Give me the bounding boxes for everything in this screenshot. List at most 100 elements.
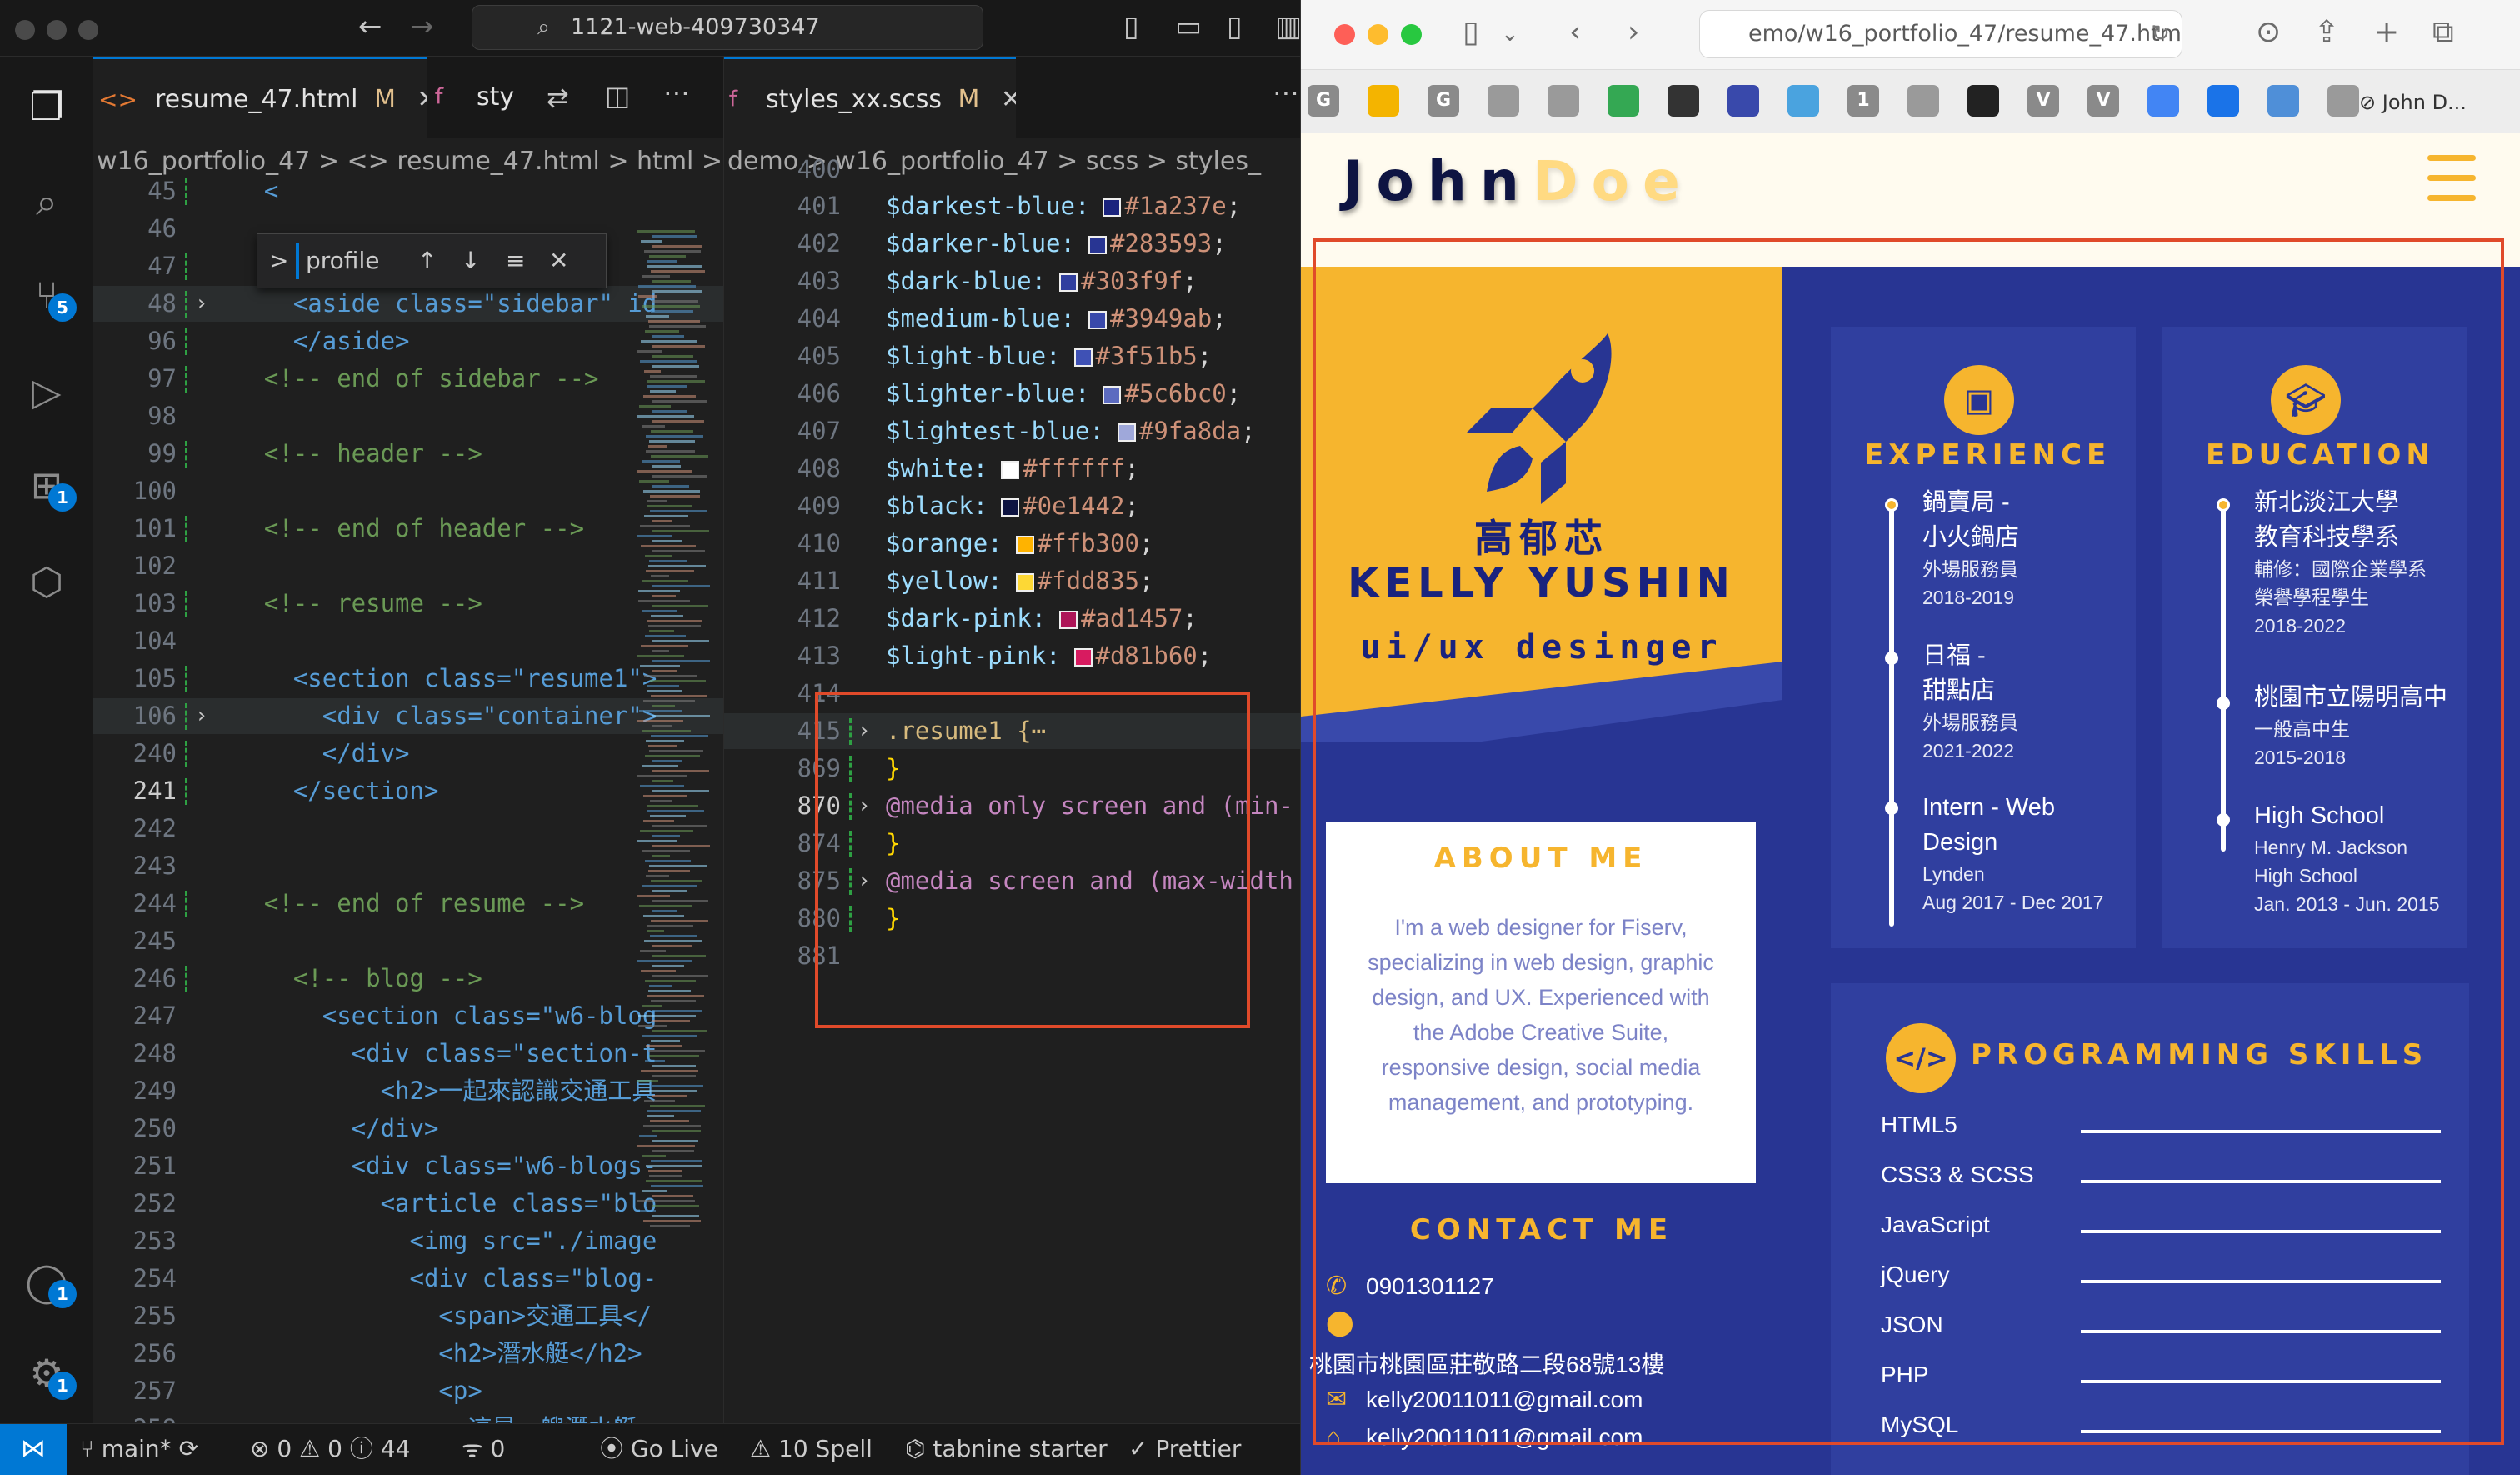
code-line[interactable]: 106 › <div class="container"> (93, 698, 723, 734)
settings-gear-icon[interactable]: ⚙ 1 (22, 1348, 77, 1400)
favorite-site-icon[interactable] (1908, 85, 1939, 117)
favorite-site-icon[interactable]: G (1308, 85, 1339, 117)
tab-overview-icon[interactable]: ⧉ (2432, 15, 2454, 50)
code-line[interactable]: 247 <section class="w6-blog (93, 998, 723, 1034)
previous-match-icon[interactable]: ↑ (418, 234, 437, 288)
code-line[interactable]: 100 (93, 473, 723, 509)
back-arrow-icon[interactable]: ← (358, 10, 382, 43)
code-line[interactable]: 101 <!-- end of header --> (93, 511, 723, 547)
back-icon[interactable]: ‹ (1569, 15, 1581, 49)
code-line[interactable]: 255 <span>交通工具</ (93, 1298, 723, 1334)
find-input[interactable]: profile (306, 234, 379, 288)
color-swatch[interactable] (1059, 273, 1078, 292)
code-line[interactable]: 99 <!-- header --> (93, 436, 723, 472)
tab-styles-xx-scss[interactable]: ꬵ styles_xx.scss M ✕ (724, 57, 1016, 138)
code-line[interactable]: 257 <p> (93, 1373, 723, 1409)
color-swatch[interactable] (1001, 461, 1020, 479)
window-close-button[interactable] (15, 20, 35, 40)
code-line[interactable]: 250 </div> (93, 1111, 723, 1147)
hamburger-menu-icon[interactable] (2428, 155, 2476, 202)
color-swatch[interactable] (1073, 648, 1092, 667)
favorite-site-icon[interactable]: V (2028, 85, 2059, 117)
explorer-icon[interactable]: ❐ (22, 82, 72, 132)
favorite-site-icon[interactable] (1488, 85, 1519, 117)
search-icon[interactable]: ⌕ (22, 177, 72, 227)
prettier-status[interactable]: ✓ Prettier (1128, 1424, 1241, 1474)
code-line[interactable]: 256 <h2>潛水艇</h2> (93, 1336, 723, 1372)
problems-status[interactable]: ⊗ 0 ⚠ 0 ⓘ 44 (250, 1424, 410, 1474)
color-swatch[interactable] (1088, 311, 1107, 329)
favorite-site-icon[interactable] (2328, 85, 2359, 117)
tabnine-status[interactable]: ⌬ tabnine starter (905, 1424, 1108, 1474)
sidebar-toggle-icon[interactable]: ▯ (1462, 15, 1479, 49)
color-swatch[interactable] (1088, 236, 1107, 254)
code-line[interactable]: 411 $yellow: #fdd835; (724, 563, 1300, 599)
source-control-icon[interactable]: ⑂ 5 (22, 270, 77, 322)
favorite-site-icon[interactable] (1548, 85, 1579, 117)
code-line[interactable]: 98 (93, 398, 723, 434)
compare-changes-icon[interactable]: ⇄ (547, 82, 569, 113)
code-line[interactable]: 244 <!-- end of resume --> (93, 886, 723, 922)
favorite-site-icon[interactable] (1728, 85, 1759, 117)
code-line[interactable]: 405 $light-blue: #3f51b5; (724, 338, 1300, 374)
chevron-down-icon[interactable]: ⌄ (1501, 22, 1519, 47)
color-swatch[interactable] (1102, 386, 1122, 404)
code-line[interactable]: 249 <h2>一起來認識交通工具 (93, 1073, 723, 1109)
code-line[interactable]: 243 (93, 848, 723, 884)
address-bar[interactable]: emo/w16_portfolio_47/resume_47.html ↻ (1699, 10, 2182, 58)
code-line[interactable]: 97 <!-- end of sidebar --> (93, 361, 723, 397)
spell-status[interactable]: ⚠ 10 Spell (750, 1424, 872, 1474)
color-swatch[interactable] (1102, 198, 1122, 217)
code-line[interactable]: 102 (93, 548, 723, 584)
run-debug-icon[interactable]: ▷ (22, 367, 72, 417)
code-line[interactable]: 103 <!-- resume --> (93, 586, 723, 622)
site-logo[interactable]: JohnDoe (1342, 140, 1693, 223)
forward-arrow-icon[interactable]: → (410, 10, 434, 43)
code-line[interactable]: 96 </aside> (93, 323, 723, 359)
code-line[interactable]: 253 <img src="./image (93, 1223, 723, 1259)
code-line[interactable]: 104 (93, 623, 723, 659)
customize-layout-icon[interactable]: ▥ (1275, 10, 1300, 43)
tab-styles-scss[interactable]: ꬵ sty (430, 57, 538, 138)
code-line[interactable]: 254 <div class="blog- (93, 1261, 723, 1297)
window-minimize-button[interactable] (47, 20, 67, 40)
code-line[interactable]: 105 <section class="resume1"> (93, 661, 723, 697)
command-center-search[interactable]: ⌕ 1121-web-409730347 (472, 5, 983, 50)
split-editor-icon[interactable]: ◫ (605, 80, 630, 112)
favorite-site-icon[interactable] (2148, 85, 2179, 117)
account-icon[interactable]: ◯ 1 (22, 1257, 77, 1308)
code-line[interactable]: 401 $darkest-blue: #1a237e; (724, 188, 1300, 224)
color-swatch[interactable] (1059, 611, 1078, 629)
browser-tab[interactable]: ⊘ John D... (2359, 87, 2467, 118)
toggle-panel-icon[interactable]: ▭ (1175, 10, 1202, 43)
window-zoom-button[interactable] (78, 20, 98, 40)
toggle-primary-sidebar-icon[interactable]: ▯ (1123, 10, 1139, 43)
code-line[interactable]: 251 <div class="w6-blogs- (93, 1148, 723, 1184)
share-icon[interactable]: ⇪ (2314, 15, 2339, 49)
remote-indicator-icon[interactable]: ⋈ (0, 1424, 67, 1475)
code-line[interactable]: 403 $dark-blue: #303f9f; (724, 263, 1300, 299)
code-line[interactable]: 404 $medium-blue: #3949ab; (724, 301, 1300, 337)
minimap[interactable] (637, 230, 717, 1422)
reload-icon[interactable]: ↻ (2151, 11, 2170, 58)
code-line[interactable]: 412 $dark-pink: #ad1457; (724, 601, 1300, 637)
toggle-secondary-sidebar-icon[interactable]: ▯ (1227, 10, 1242, 43)
code-line[interactable]: 45 < (93, 173, 723, 209)
extensions-icon[interactable]: ⊞ 1 (22, 460, 77, 512)
code-line[interactable]: 248 <div class="section-t (93, 1036, 723, 1072)
find-in-selection-icon[interactable]: ≡ (506, 234, 525, 288)
close-icon[interactable]: ✕ (1001, 85, 1016, 114)
favorite-site-icon[interactable]: 1 (1848, 85, 1879, 117)
find-widget[interactable]: > profile ↑ ↓ ≡ ✕ (257, 233, 607, 288)
go-live-button[interactable]: ⦿ Go Live (600, 1424, 718, 1474)
code-line[interactable]: 406 $lighter-blue: #5c6bc0; (724, 376, 1300, 412)
code-line[interactable]: 413 $light-pink: #d81b60; (724, 638, 1300, 674)
window-zoom-button[interactable] (1401, 24, 1422, 45)
color-swatch[interactable] (1015, 536, 1034, 554)
toggle-replace-icon[interactable]: > (269, 234, 288, 288)
favorite-site-icon[interactable] (1788, 85, 1819, 117)
favorite-site-icon[interactable] (2268, 85, 2299, 117)
fold-chevron-icon[interactable]: › (195, 698, 208, 734)
more-actions-icon[interactable]: ⋯ (1272, 77, 1299, 108)
code-line[interactable]: 240 </div> (93, 736, 723, 772)
